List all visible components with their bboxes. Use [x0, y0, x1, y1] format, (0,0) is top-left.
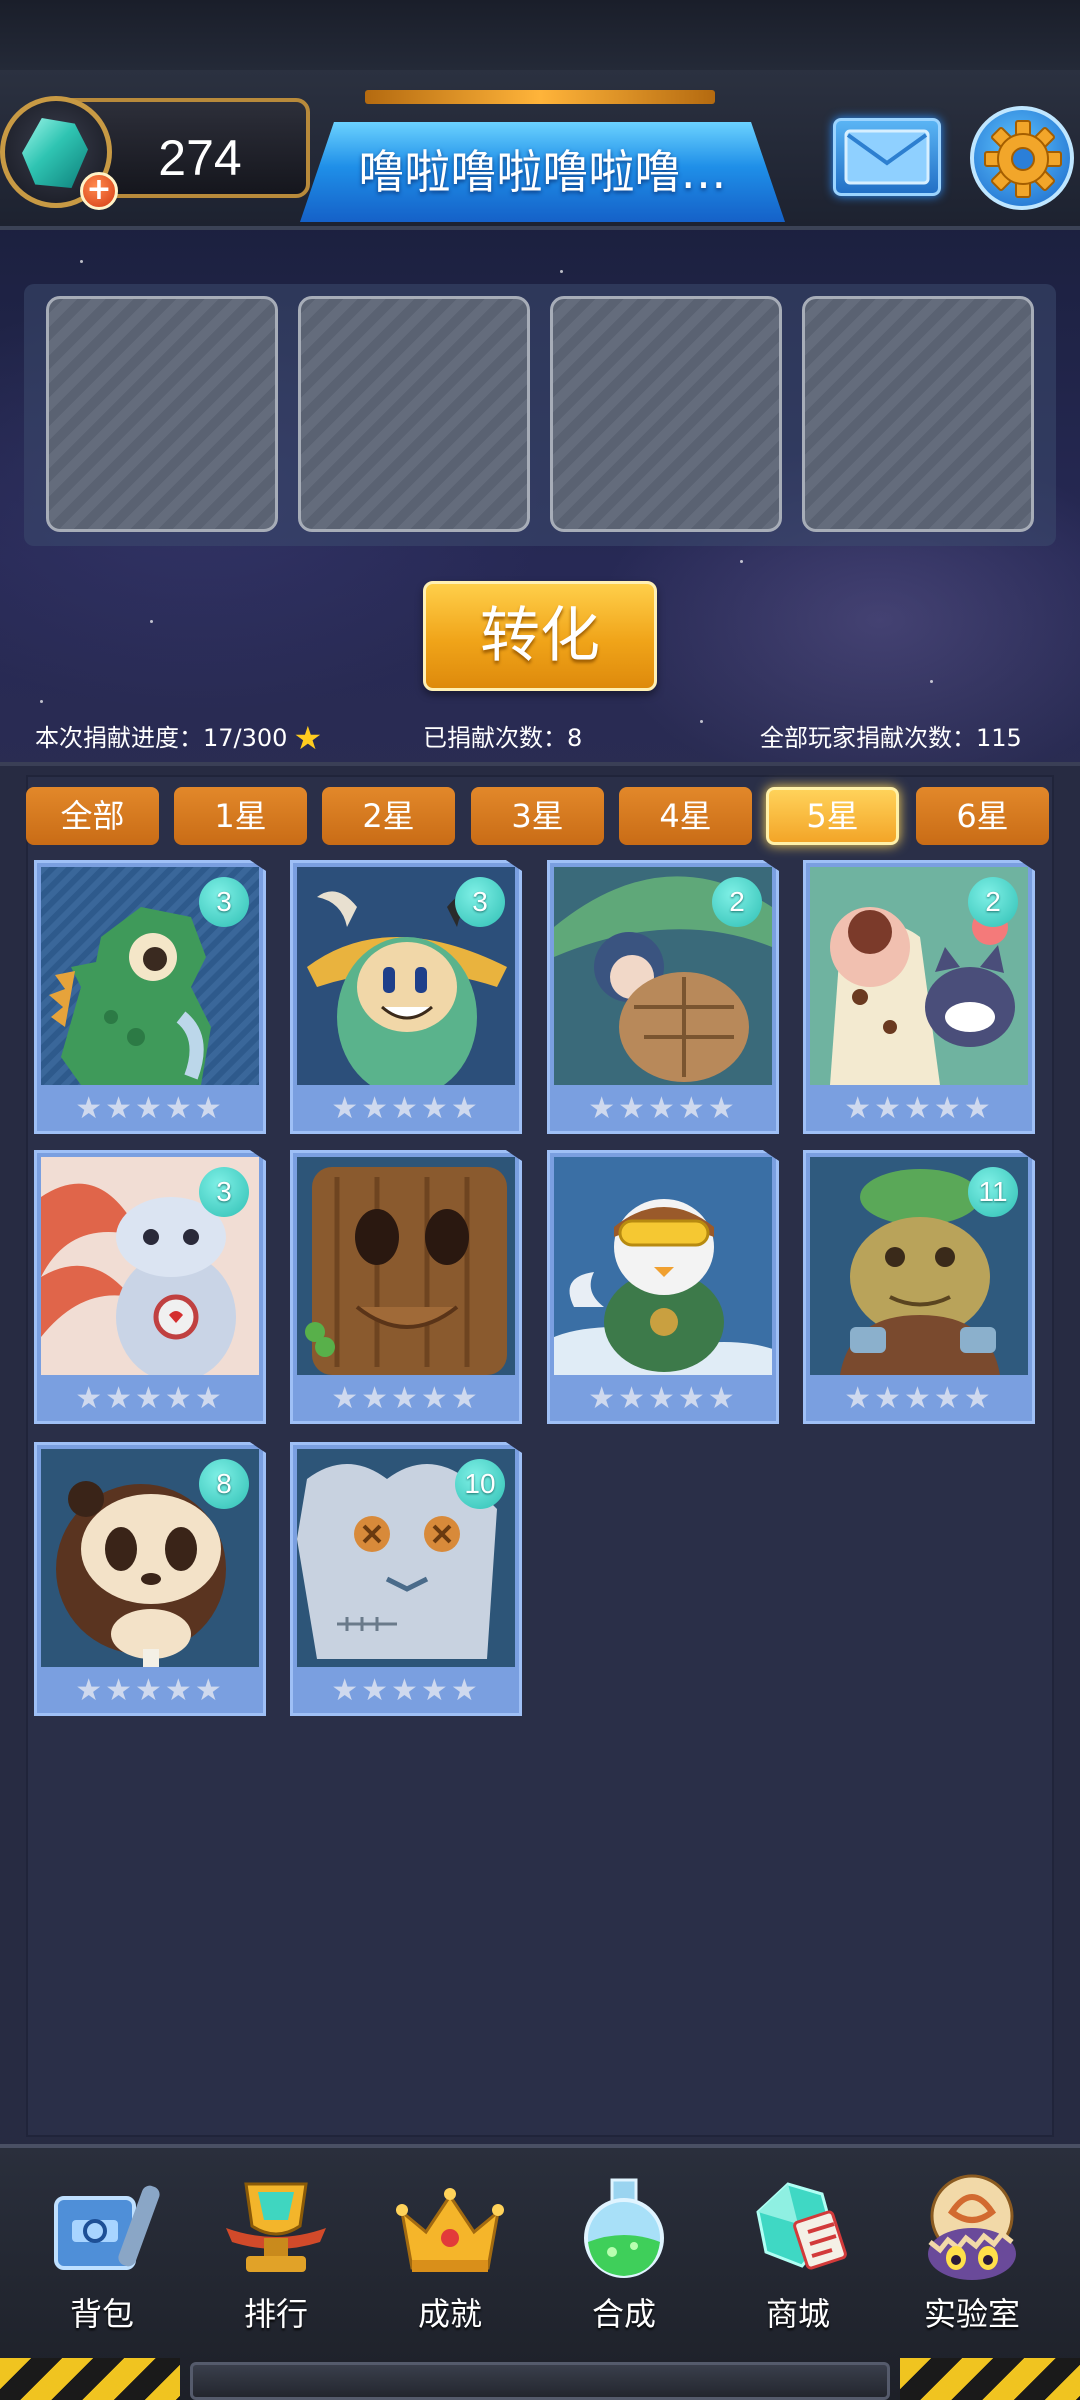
- nav-ranking[interactable]: 排行: [196, 2164, 356, 2334]
- potion-flask-icon: [584, 2178, 664, 2278]
- hero-card[interactable]: 2 ★★★★★: [803, 860, 1035, 1134]
- count-badge: 3: [455, 877, 505, 927]
- star-rating: ★★★★★: [844, 1381, 994, 1416]
- star-rating: ★★★★★: [331, 1091, 481, 1126]
- settings-button[interactable]: [970, 106, 1074, 210]
- star-rating: ★★★★★: [75, 1091, 225, 1126]
- envelope-icon: [844, 129, 930, 185]
- nav-backpack[interactable]: 背包: [22, 2164, 182, 2334]
- bottom-decor-bar: [190, 2362, 890, 2400]
- egg-monster-icon: [928, 2174, 1016, 2280]
- tab-2-star[interactable]: 2星: [322, 787, 455, 845]
- hero-card[interactable]: 3 ★★★★★: [34, 860, 266, 1134]
- nav-laboratory[interactable]: 实验室: [892, 2164, 1052, 2334]
- tab-4-star[interactable]: 4星: [619, 787, 752, 845]
- gem-count: 274: [158, 130, 242, 186]
- tab-all[interactable]: 全部: [26, 787, 159, 845]
- nav-shop[interactable]: 商城: [718, 2164, 878, 2334]
- donation-progress: 本次捐献进度：17/300 ★: [35, 719, 323, 757]
- tab-5-star[interactable]: 5星: [766, 787, 899, 845]
- star-rating: ★★★★★: [844, 1091, 994, 1126]
- count-badge: 2: [968, 877, 1018, 927]
- convert-button[interactable]: 转化: [423, 581, 657, 691]
- count-badge: 3: [199, 1167, 249, 1217]
- backpack-icon: [54, 2185, 160, 2270]
- star-rating: ★★★★★: [331, 1673, 481, 1708]
- shop-gem-icon: [756, 2182, 847, 2270]
- count-badge: 8: [199, 1459, 249, 1509]
- star-rating: ★★★★★: [75, 1381, 225, 1416]
- conversion-slot[interactable]: [802, 296, 1034, 532]
- hero-card[interactable]: 3 ★★★★★: [34, 1150, 266, 1424]
- nav-synthesis[interactable]: 合成: [544, 2164, 704, 2334]
- pilot-penguin-art: [554, 1157, 772, 1375]
- star-rating: ★★★★★: [75, 1673, 225, 1708]
- count-badge: 11: [968, 1167, 1018, 1217]
- conversion-slot[interactable]: [46, 296, 278, 532]
- tree-stump-art: [297, 1157, 515, 1375]
- hazard-stripe-left: [0, 2358, 180, 2400]
- tab-1-star[interactable]: 1星: [174, 787, 307, 845]
- header-accent-strip: [365, 90, 715, 104]
- hero-card[interactable]: 2 ★★★★★: [547, 860, 779, 1134]
- star-icon: ★: [293, 719, 323, 757]
- hazard-stripe-right: [900, 2358, 1080, 2400]
- mail-button[interactable]: [833, 118, 941, 196]
- crown-icon: [396, 2188, 504, 2272]
- star-rating: ★★★★★: [588, 1381, 738, 1416]
- count-badge: 3: [199, 877, 249, 927]
- hero-card[interactable]: 3 ★★★★★: [290, 860, 522, 1134]
- all-players-donation-count: 全部玩家捐献次数：115: [760, 724, 1022, 752]
- conversion-slot[interactable]: [298, 296, 530, 532]
- hero-card[interactable]: 8 ★★★★★: [34, 1442, 266, 1716]
- nav-achievement[interactable]: 成就: [370, 2164, 530, 2334]
- trophy-icon: [226, 2182, 326, 2272]
- tab-6-star[interactable]: 6星: [916, 787, 1049, 845]
- donated-count: 已捐献次数：8: [423, 724, 583, 752]
- gear-icon: [984, 120, 1062, 198]
- count-badge: 2: [712, 877, 762, 927]
- page-title: 噜啦噜啦噜啦噜…: [358, 145, 727, 199]
- hero-card[interactable]: ★★★★★: [290, 1150, 522, 1424]
- hero-card[interactable]: 11 ★★★★★: [803, 1150, 1035, 1424]
- hero-card[interactable]: 10 ★★★★★: [290, 1442, 522, 1716]
- star-rating: ★★★★★: [331, 1381, 481, 1416]
- hero-card[interactable]: ★★★★★: [547, 1150, 779, 1424]
- star-rating: ★★★★★: [588, 1091, 738, 1126]
- count-badge: 10: [455, 1459, 505, 1509]
- conversion-slot[interactable]: [550, 296, 782, 532]
- add-gems-button[interactable]: +: [80, 172, 118, 210]
- tab-3-star[interactable]: 3星: [471, 787, 604, 845]
